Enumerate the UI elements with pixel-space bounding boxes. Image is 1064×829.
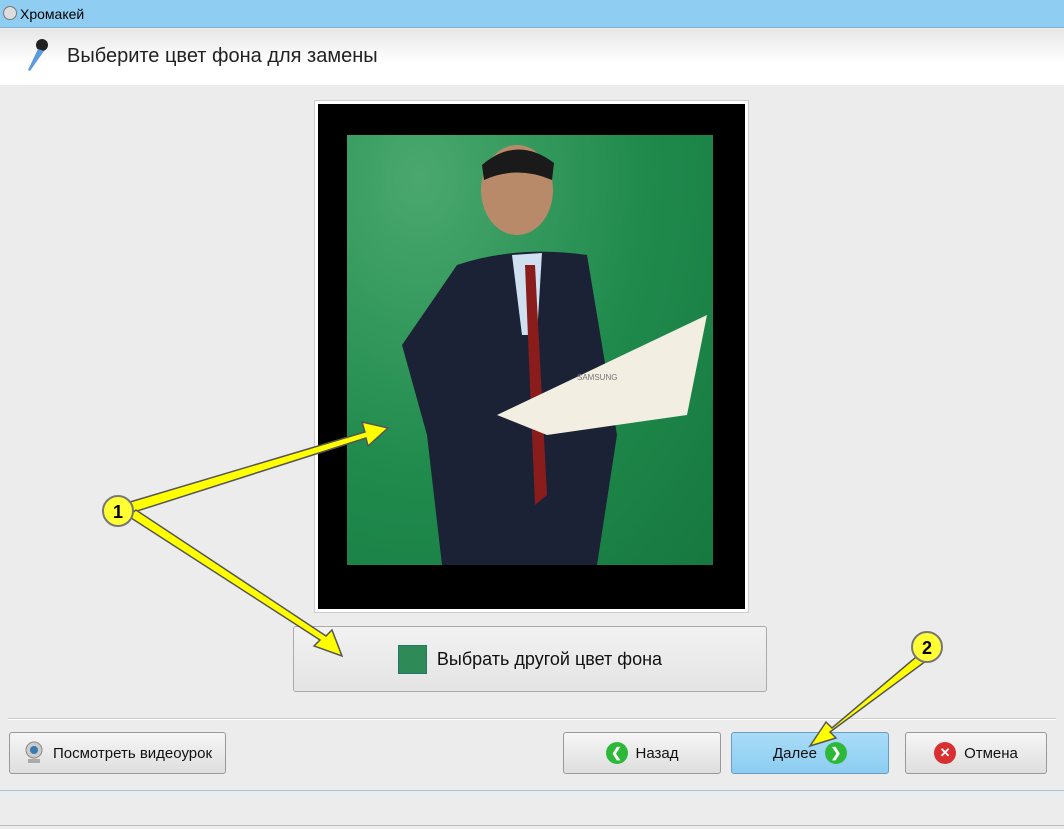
svg-text:2: 2 [922,638,932,658]
page-title: Выберите цвет фона для замены [67,45,378,67]
film-reel-icon [3,6,17,20]
chroma-key-preview-image[interactable]: SAMSUNG [347,135,713,565]
svg-text:1: 1 [113,502,123,522]
pipette-icon [28,39,48,71]
laptop-brand-label: SAMSUNG [577,373,617,382]
arrow-left-icon: ❮ [605,742,628,764]
back-label: Назад [635,744,679,762]
status-bar [0,790,1064,826]
watch-video-label: Посмотреть видеоурок [52,744,213,762]
annotation-badge-2: 2 [911,631,943,663]
watch-video-tutorial-button[interactable]: Посмотреть видеоурок [9,732,226,774]
choose-other-color-button[interactable]: Выбрать другой цвет фона [293,626,767,692]
divider [8,718,1056,720]
choose-color-label: Выбрать другой цвет фона [436,648,663,669]
color-swatch [397,644,427,674]
wizard-header: Выберите цвет фона для замены [0,29,1064,85]
cancel-button[interactable]: ✕ Отмена [905,732,1047,774]
preview-frame: SAMSUNG [314,100,749,613]
next-button[interactable]: Далее ❯ [731,732,889,774]
window-title: Хромакей [20,6,85,22]
person-with-laptop-image: SAMSUNG [402,145,707,565]
arrow-right-icon: ❯ [824,742,847,764]
annotation-badge-1: 1 [102,495,134,527]
next-label: Далее [773,744,817,762]
back-button[interactable]: ❮ Назад [563,732,721,774]
webcam-icon [25,741,43,763]
title-bar: Хромакей [0,0,1064,28]
cancel-label: Отмена [964,744,1018,762]
close-icon: ✕ [934,742,957,764]
